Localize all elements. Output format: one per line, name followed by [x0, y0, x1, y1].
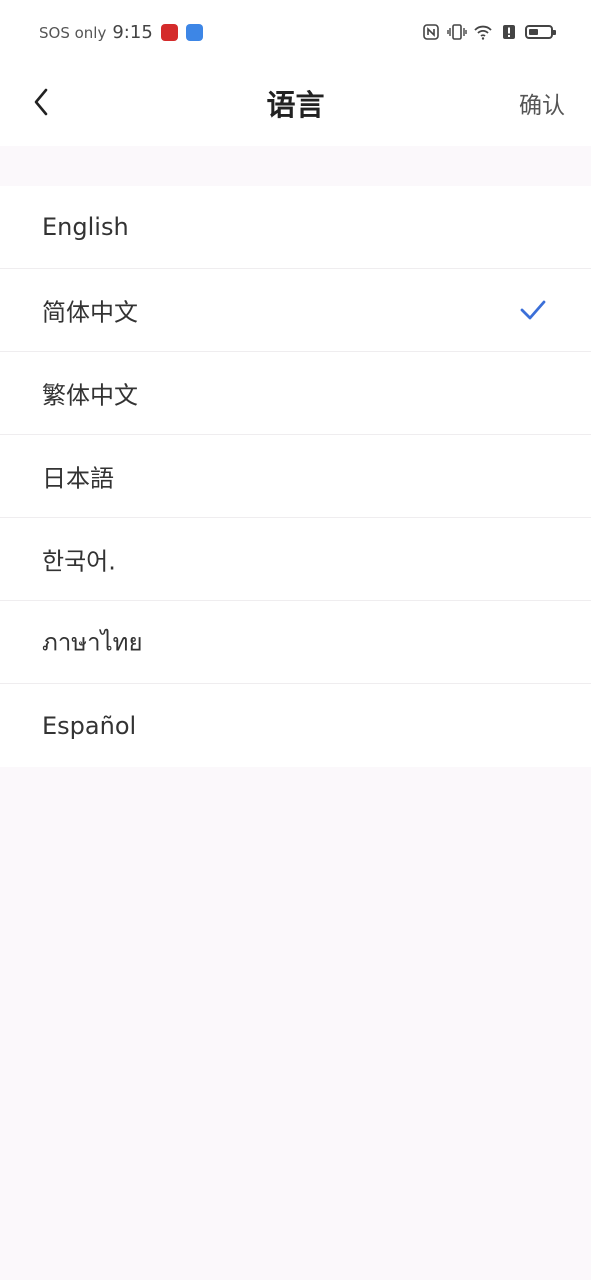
language-label: 简体中文 — [42, 298, 138, 327]
header-bar: 语言 确认 — [0, 66, 591, 146]
battery-level — [529, 29, 538, 35]
battery-icon — [525, 25, 556, 39]
confirm-button[interactable]: 确认 — [519, 86, 565, 120]
language-label: 日本語 — [42, 464, 114, 493]
language-settings-screen: SOS only 9:15 语言 确认 English 简体中文 繁体中文 日本… — [0, 0, 591, 1280]
wifi-icon — [473, 22, 493, 42]
status-bar: SOS only 9:15 — [0, 0, 591, 66]
language-item-english[interactable]: English — [0, 186, 591, 269]
language-item-traditional-chinese[interactable]: 繁体中文 — [0, 352, 591, 435]
app-notification-blue-icon — [185, 24, 203, 41]
nfc-icon — [421, 22, 441, 42]
page-title: 语言 — [266, 88, 325, 122]
language-label: Español — [42, 711, 137, 740]
language-label: 한국어. — [42, 547, 116, 576]
status-right — [421, 22, 556, 42]
language-item-simplified-chinese[interactable]: 简体中文 — [0, 269, 591, 352]
clock: 9:15 — [112, 22, 153, 43]
language-item-korean[interactable]: 한국어. — [0, 518, 591, 601]
alert-icon — [499, 22, 519, 42]
language-item-japanese[interactable]: 日本語 — [0, 435, 591, 518]
checkmark-icon — [520, 300, 546, 320]
language-list: English 简体中文 繁体中文 日本語 한국어. ภาษาไทย Españ… — [0, 186, 591, 767]
status-left: SOS only 9:15 — [39, 22, 203, 43]
vibrate-icon — [447, 22, 467, 42]
language-label: 繁体中文 — [42, 381, 138, 410]
language-label: English — [42, 213, 129, 241]
carrier-label: SOS only — [39, 23, 107, 42]
language-item-spanish[interactable]: Español — [0, 684, 591, 767]
language-item-thai[interactable]: ภาษาไทย — [0, 601, 591, 684]
language-label: ภาษาไทย — [42, 628, 143, 657]
app-notification-red-icon — [160, 24, 178, 41]
section-spacer — [0, 146, 591, 186]
